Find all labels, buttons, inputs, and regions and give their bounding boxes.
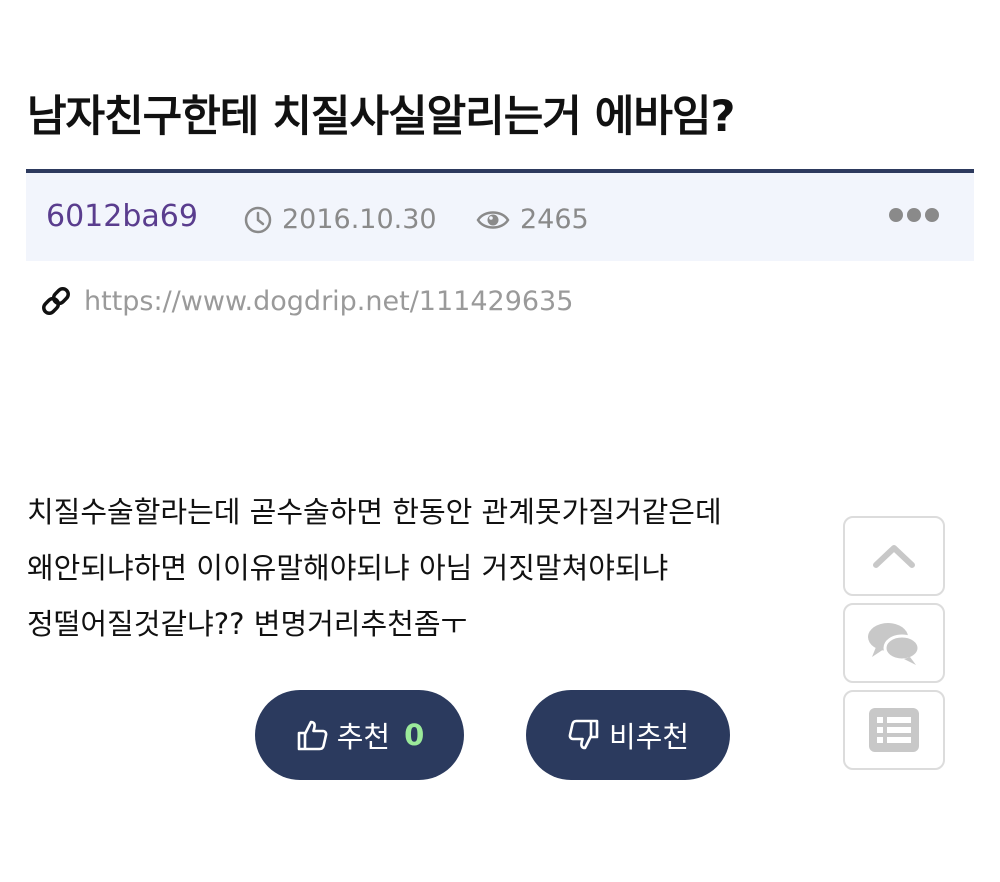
scroll-top-button[interactable] — [843, 516, 945, 596]
downvote-label: 비추천 — [608, 720, 690, 754]
upvote-count: 0 — [404, 718, 425, 752]
post-meta-bar: 6012ba69 2016.10.30 2465 — [26, 169, 974, 261]
post-link[interactable]: https://www.dogdrip.net/111429635 — [38, 283, 573, 319]
post-link-url[interactable]: https://www.dogdrip.net/111429635 — [84, 286, 573, 317]
post-views: 2465 — [476, 204, 589, 235]
post-body-line: 왜안되냐하면 이이유말해야되냐 아님 거짓말쳐야되냐 — [27, 551, 669, 585]
post-title: 남자친구한테 치질사실알리는거 에바임? — [27, 92, 735, 142]
comments-button[interactable] — [843, 603, 945, 683]
post-body: 치질수술할라는데 곧수술하면 한동안 관계못가질거같은데 왜안되냐하면 이이유말… — [27, 484, 722, 652]
post-views-count: 2465 — [520, 204, 589, 235]
post-date-text: 2016.10.30 — [282, 204, 437, 235]
thumbs-down-icon — [567, 718, 601, 752]
list-icon — [869, 708, 919, 752]
post-list-button[interactable] — [843, 690, 945, 770]
downvote-button[interactable]: 비추천 — [526, 690, 730, 780]
post-body-line: 정떨어질것같냐?? 변명거리추천좀ㅜ — [27, 607, 468, 641]
more-icon[interactable] — [889, 208, 939, 222]
eye-icon — [476, 208, 510, 232]
post-body-line: 치질수술할라는데 곧수술하면 한동안 관계못가질거같은데 — [27, 495, 722, 529]
post-date: 2016.10.30 — [244, 204, 437, 235]
link-icon — [38, 283, 74, 319]
upvote-button[interactable]: 추천 0 — [255, 690, 464, 780]
chevron-up-icon — [870, 541, 918, 571]
thumbs-up-icon — [295, 718, 329, 752]
comments-icon — [864, 619, 924, 667]
clock-icon — [244, 206, 272, 234]
upvote-label: 추천 — [336, 720, 391, 754]
author-name[interactable]: 6012ba69 — [46, 199, 198, 234]
